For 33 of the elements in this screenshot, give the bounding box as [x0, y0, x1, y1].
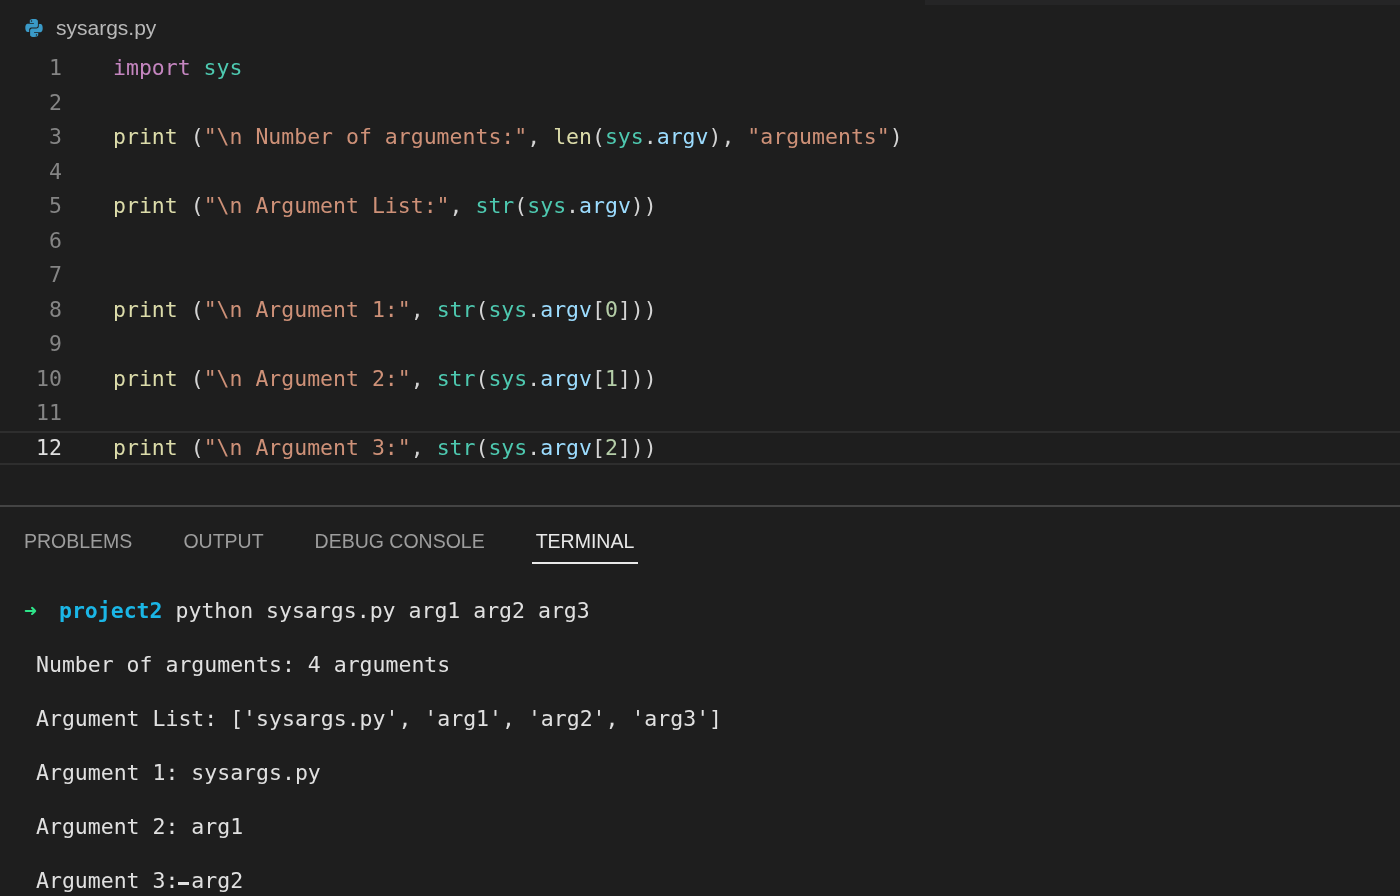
line-number: 9: [48, 330, 62, 359]
line-number: 11: [35, 399, 62, 428]
panel-tab[interactable]: TERMINAL: [531, 523, 639, 565]
prompt-arrow: ➜: [24, 597, 37, 626]
code-line: print ("\n Argument 3:", str(sys.argv[2])): [113, 433, 657, 462]
panel-tab[interactable]: OUTPUT: [179, 523, 268, 565]
line-number: 4: [48, 157, 62, 186]
code-line: print ("\n Argument 2:", str(sys.argv[1])): [113, 364, 657, 393]
terminal-output-line: Argument 2: arg1: [35, 813, 244, 842]
line-number: 12: [35, 433, 62, 462]
terminal-output-line: Argument List: ['sysargs.py', 'arg1', 'arg2', 'arg3']: [35, 705, 723, 734]
code-line: print ("\n Number of arguments:", len(sys.argv), "arguments"): [113, 123, 903, 152]
prompt-directory: project2: [58, 597, 163, 626]
terminal-cursor: [178, 882, 190, 886]
line-number: 3: [48, 123, 62, 152]
terminal-output-line: Argument 3: arg2: [35, 867, 244, 896]
line-number: 6: [48, 226, 62, 255]
terminal-output-line: Number of arguments: 4 arguments: [35, 651, 451, 680]
terminal-output-line: Argument 1: sysargs.py: [35, 759, 321, 788]
terminal-command: python sysargs.py arg1 arg2 arg3: [175, 597, 590, 626]
file-tab-title[interactable]: sysargs.py: [56, 12, 157, 44]
code-line: import sys: [113, 54, 243, 83]
line-number: 8: [48, 295, 62, 324]
line-number: 5: [48, 192, 62, 221]
panel-tab[interactable]: PROBLEMS: [20, 523, 137, 565]
line-number: 10: [35, 364, 62, 393]
line-number: 1: [48, 54, 62, 83]
line-number: 2: [48, 88, 62, 117]
python-file-icon: [24, 18, 44, 38]
code-line: print ("\n Argument List:", str(sys.argv)): [113, 192, 657, 221]
code-line: print ("\n Argument 1:", str(sys.argv[0])): [113, 295, 657, 324]
line-number: 7: [48, 261, 62, 290]
panel-tab[interactable]: DEBUG CONSOLE: [310, 523, 489, 565]
